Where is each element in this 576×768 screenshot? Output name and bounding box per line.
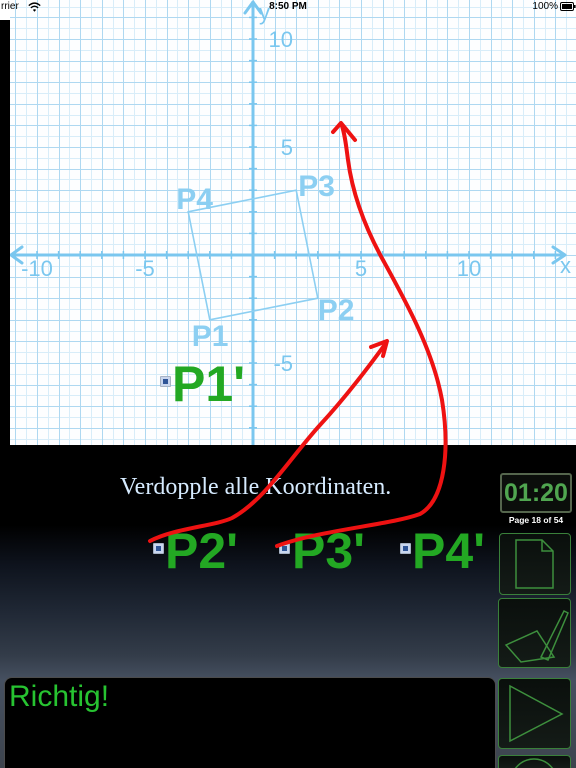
clock: 8:50 PM	[269, 1, 307, 12]
answer-label-p2[interactable]: P2'	[153, 526, 245, 576]
drag-handle-icon[interactable]	[153, 543, 164, 554]
answer-label-p3[interactable]: P3'	[279, 526, 371, 576]
x-axis-label: x	[560, 253, 571, 278]
page-button[interactable]	[499, 533, 571, 595]
grid-lines	[10, 0, 576, 445]
y-tick-label: -5	[273, 351, 293, 376]
check-button[interactable]	[498, 598, 571, 668]
pen-check-icon	[504, 609, 569, 663]
task-instruction: Verdopple alle Koordinaten.	[120, 474, 392, 500]
answer-label-p4[interactable]: P4'	[400, 526, 492, 576]
vertex-label: P3	[298, 170, 335, 203]
y-tick-label: 5	[281, 135, 293, 160]
feedback-box: Richtig!	[4, 677, 496, 768]
countdown-timer: 01:20	[500, 473, 572, 513]
answer-label-text: P2'	[165, 523, 239, 579]
quadrilateral-shape: P1 P2 P3 P4	[176, 170, 354, 353]
page-indicator: Page 18 of 54	[508, 515, 564, 525]
drag-handle-icon[interactable]	[279, 543, 290, 554]
vertex-label: P2	[318, 294, 355, 327]
wifi-icon	[28, 2, 41, 12]
battery-icon	[560, 2, 576, 11]
page-icon	[515, 539, 554, 589]
x-tick-label: -5	[135, 256, 155, 281]
coordinate-plane[interactable]: -10 -5 5 10 10 5 -5 x y P1 P2 P3 P4	[10, 0, 576, 445]
answer-label-text: P3'	[292, 523, 366, 579]
axes: -10 -5 5 10105-5xy	[10, 0, 571, 445]
x-tick-label: 10	[457, 256, 481, 281]
drag-handle-icon[interactable]	[400, 543, 411, 554]
answer-label-p1[interactable]: P1'	[160, 359, 252, 409]
x-tick-label: -10	[21, 256, 53, 281]
coordinate-plane-graphic: -10 -5 5 10105-5xy P1P2P3P4	[10, 0, 576, 445]
play-button[interactable]	[498, 678, 571, 749]
drag-handle-icon[interactable]	[160, 376, 171, 387]
circle-button[interactable]	[498, 755, 571, 768]
carrier-label: rrier	[1, 1, 19, 12]
vertex-label: P1	[192, 320, 229, 353]
answer-label-text: P4'	[412, 523, 486, 579]
circle-icon	[514, 758, 554, 768]
x-tick-label: 5	[355, 256, 367, 281]
answer-label-text: P1'	[172, 356, 246, 412]
status-bar: rrier 8:50 PM 100%	[0, 0, 576, 20]
play-icon	[509, 684, 564, 743]
feedback-text: Richtig!	[9, 680, 110, 713]
y-tick-label: 10	[269, 27, 293, 52]
app-screen: -10 -5 5 10 10 5 -5 x y P1 P2 P3 P4 rrier 8:50 PM 1…	[0, 0, 576, 768]
vertex-label: P4	[176, 183, 213, 216]
battery-percentage: 100%	[532, 1, 558, 12]
